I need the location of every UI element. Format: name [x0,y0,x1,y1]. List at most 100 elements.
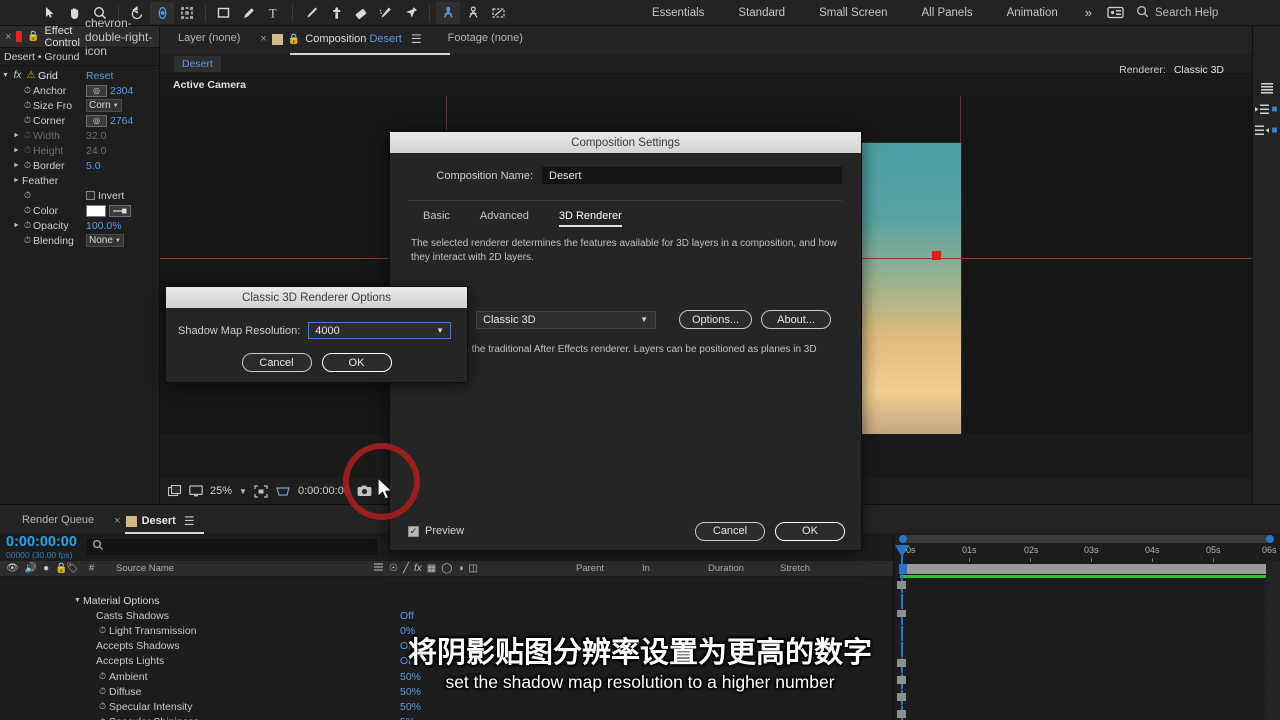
property-color[interactable]: ⏱ Color [0,203,159,218]
table-row[interactable]: ⏱ Specular Shininess 5% [0,715,893,720]
reset-link[interactable]: Reset [86,70,113,82]
workspace-switch-icon[interactable] [1102,6,1128,19]
close-icon[interactable]: × [114,515,120,527]
stopwatch-icon[interactable]: ⏱ [96,686,109,697]
adjustment-layer-icon[interactable]: ◑ [457,563,463,574]
workspace-all-panels[interactable]: All Panels [904,0,989,26]
shadow-map-resolution-select[interactable]: 4000 ▼ [308,322,451,339]
roto-brush-icon[interactable] [374,2,398,24]
source-name-header[interactable]: Source Name [110,563,365,574]
stopwatch-icon[interactable]: ⏱ [22,100,33,111]
workspace-animation[interactable]: Animation [990,0,1075,26]
layer-bar[interactable] [897,659,906,667]
align-lines-icon[interactable] [1260,82,1274,94]
tab-composition[interactable]: × 🔒 Composition Desert ☰ [250,26,429,46]
row-value[interactable]: 50% [400,671,421,683]
preview-toggle[interactable]: ✓ Preview [408,525,464,537]
clone-stamp-icon[interactable] [324,2,348,24]
scrollbar-left-handle[interactable] [899,535,907,543]
checkmark-icon[interactable]: ✓ [408,525,419,537]
puppet-position-icon[interactable] [436,1,460,24]
work-area-bar[interactable] [899,564,1274,574]
search-help-box[interactable]: Search Help [1128,5,1276,21]
shy-icon[interactable] [373,562,384,575]
stopwatch-icon[interactable]: ⏱ [22,85,33,96]
lock-icon[interactable]: 🔒 [27,31,39,42]
stopwatch-icon[interactable]: ⏱ [22,190,33,201]
stopwatch-icon[interactable]: ⏱ [96,625,109,636]
cancel-button[interactable]: Cancel [241,353,312,372]
timeline-graph-area[interactable]: 00s 01s 02s 03s 04s 05s 06s [893,533,1280,720]
current-timecode[interactable]: 0:00:00:00 [298,485,350,497]
solo-icon[interactable]: ● [43,563,49,574]
invert-checkbox[interactable] [86,191,95,200]
indent-increase-icon[interactable]: ■ [1255,104,1278,115]
table-row[interactable]: ⏱ Light Transmission 0% [0,623,893,638]
row-material-options[interactable]: ▼ Material Options [0,593,893,608]
layer-bar[interactable] [897,609,906,617]
toggle-transparency-icon[interactable] [168,485,182,497]
effect-header-row[interactable]: ▼ fx ⚠ Grid Reset [0,68,159,83]
breadcrumb[interactable]: Desert [174,55,221,72]
property-value[interactable]: 2764 [110,115,133,127]
property-value[interactable]: 5.0 [86,160,101,172]
puppet-pin-icon[interactable] [399,2,423,24]
composition-name-input[interactable]: Desert [542,167,842,184]
eraser-icon[interactable] [349,2,373,24]
twirl-down-icon[interactable]: ▼ [72,597,83,604]
layer-bar[interactable] [897,581,906,589]
stopwatch-icon[interactable]: ⏱ [22,145,33,156]
table-row[interactable]: Casts Shadows Off [0,608,893,623]
table-row[interactable]: Accepts Shadows On [0,639,893,654]
stopwatch-icon[interactable]: ⏱ [22,130,33,141]
tab-render-queue[interactable]: Render Queue [0,505,106,526]
tab-3d-renderer[interactable]: 3D Renderer [558,210,622,227]
tab-timeline-desert[interactable]: × Desert ☰ [106,505,202,528]
timeline-zoom-scrollbar[interactable] [899,535,1274,543]
size-from-dropdown[interactable]: Corn ▼ [86,99,122,112]
tab-layer[interactable]: Layer (none) [160,26,250,44]
scrollbar-right-handle[interactable] [1266,535,1274,543]
cancel-button[interactable]: Cancel [695,521,765,541]
property-size-from[interactable]: ⏱ Size Fro Corn ▼ [0,98,159,113]
3d-layer-icon[interactable]: ◫ [468,563,477,574]
workspace-standard[interactable]: Standard [721,0,802,26]
table-row[interactable]: ⏱ Diffuse 50% [0,684,893,699]
motion-blur-icon[interactable]: ◯ [441,563,452,574]
zoom-level[interactable]: 25% [210,485,232,497]
renderer-indicator[interactable]: Renderer: Classic 3D [1119,64,1224,76]
eyedropper-icon[interactable] [109,204,131,217]
ok-button[interactable]: OK [321,353,392,372]
pan-behind-icon[interactable] [175,2,199,24]
stopwatch-icon[interactable]: ⏱ [22,235,33,246]
eye-icon[interactable]: 👁 [6,563,19,574]
close-icon[interactable]: × [260,33,266,45]
row-value[interactable]: 50% [400,701,421,713]
table-row[interactable]: ⏱ Specular Intensity 50% [0,699,893,714]
workspace-small-screen[interactable]: Small Screen [802,0,904,26]
table-row[interactable]: Accepts Lights On [0,654,893,669]
chevron-double-right-icon[interactable]: chevron-double-right-icon [85,16,159,58]
blending-dropdown[interactable]: None ▼ [86,234,124,247]
property-border[interactable]: ► ⏱ Border 5.0 [0,158,159,173]
point-picker-icon[interactable]: ◎ [86,84,107,97]
stopwatch-icon[interactable]: ⏱ [96,671,109,682]
monitor-icon[interactable] [189,485,203,497]
layer-anchor-point[interactable] [932,251,941,260]
options-button[interactable]: Options... [679,310,753,329]
lock-icon[interactable]: 🔒 [288,34,300,45]
close-icon[interactable]: × [5,31,11,43]
twirl-right-icon[interactable]: ► [11,147,22,154]
column-stretch[interactable]: Stretch [774,563,840,574]
column-parent[interactable]: Parent [570,563,636,574]
property-invert[interactable]: ⏱ Invert [0,188,159,203]
layer-bar[interactable] [897,710,906,718]
property-height[interactable]: ► ⏱ Height 24.0 [0,143,159,158]
column-duration[interactable]: Duration [702,563,774,574]
property-anchor[interactable]: ⏱ Anchor ◎ 2304 [0,83,159,98]
frame-blend-icon[interactable]: ▦ [427,563,436,574]
stopwatch-icon[interactable]: ⏱ [22,220,33,231]
point-picker-icon[interactable]: ◎ [86,114,107,127]
layer-bar[interactable] [897,676,906,684]
row-value[interactable]: On [400,640,414,652]
